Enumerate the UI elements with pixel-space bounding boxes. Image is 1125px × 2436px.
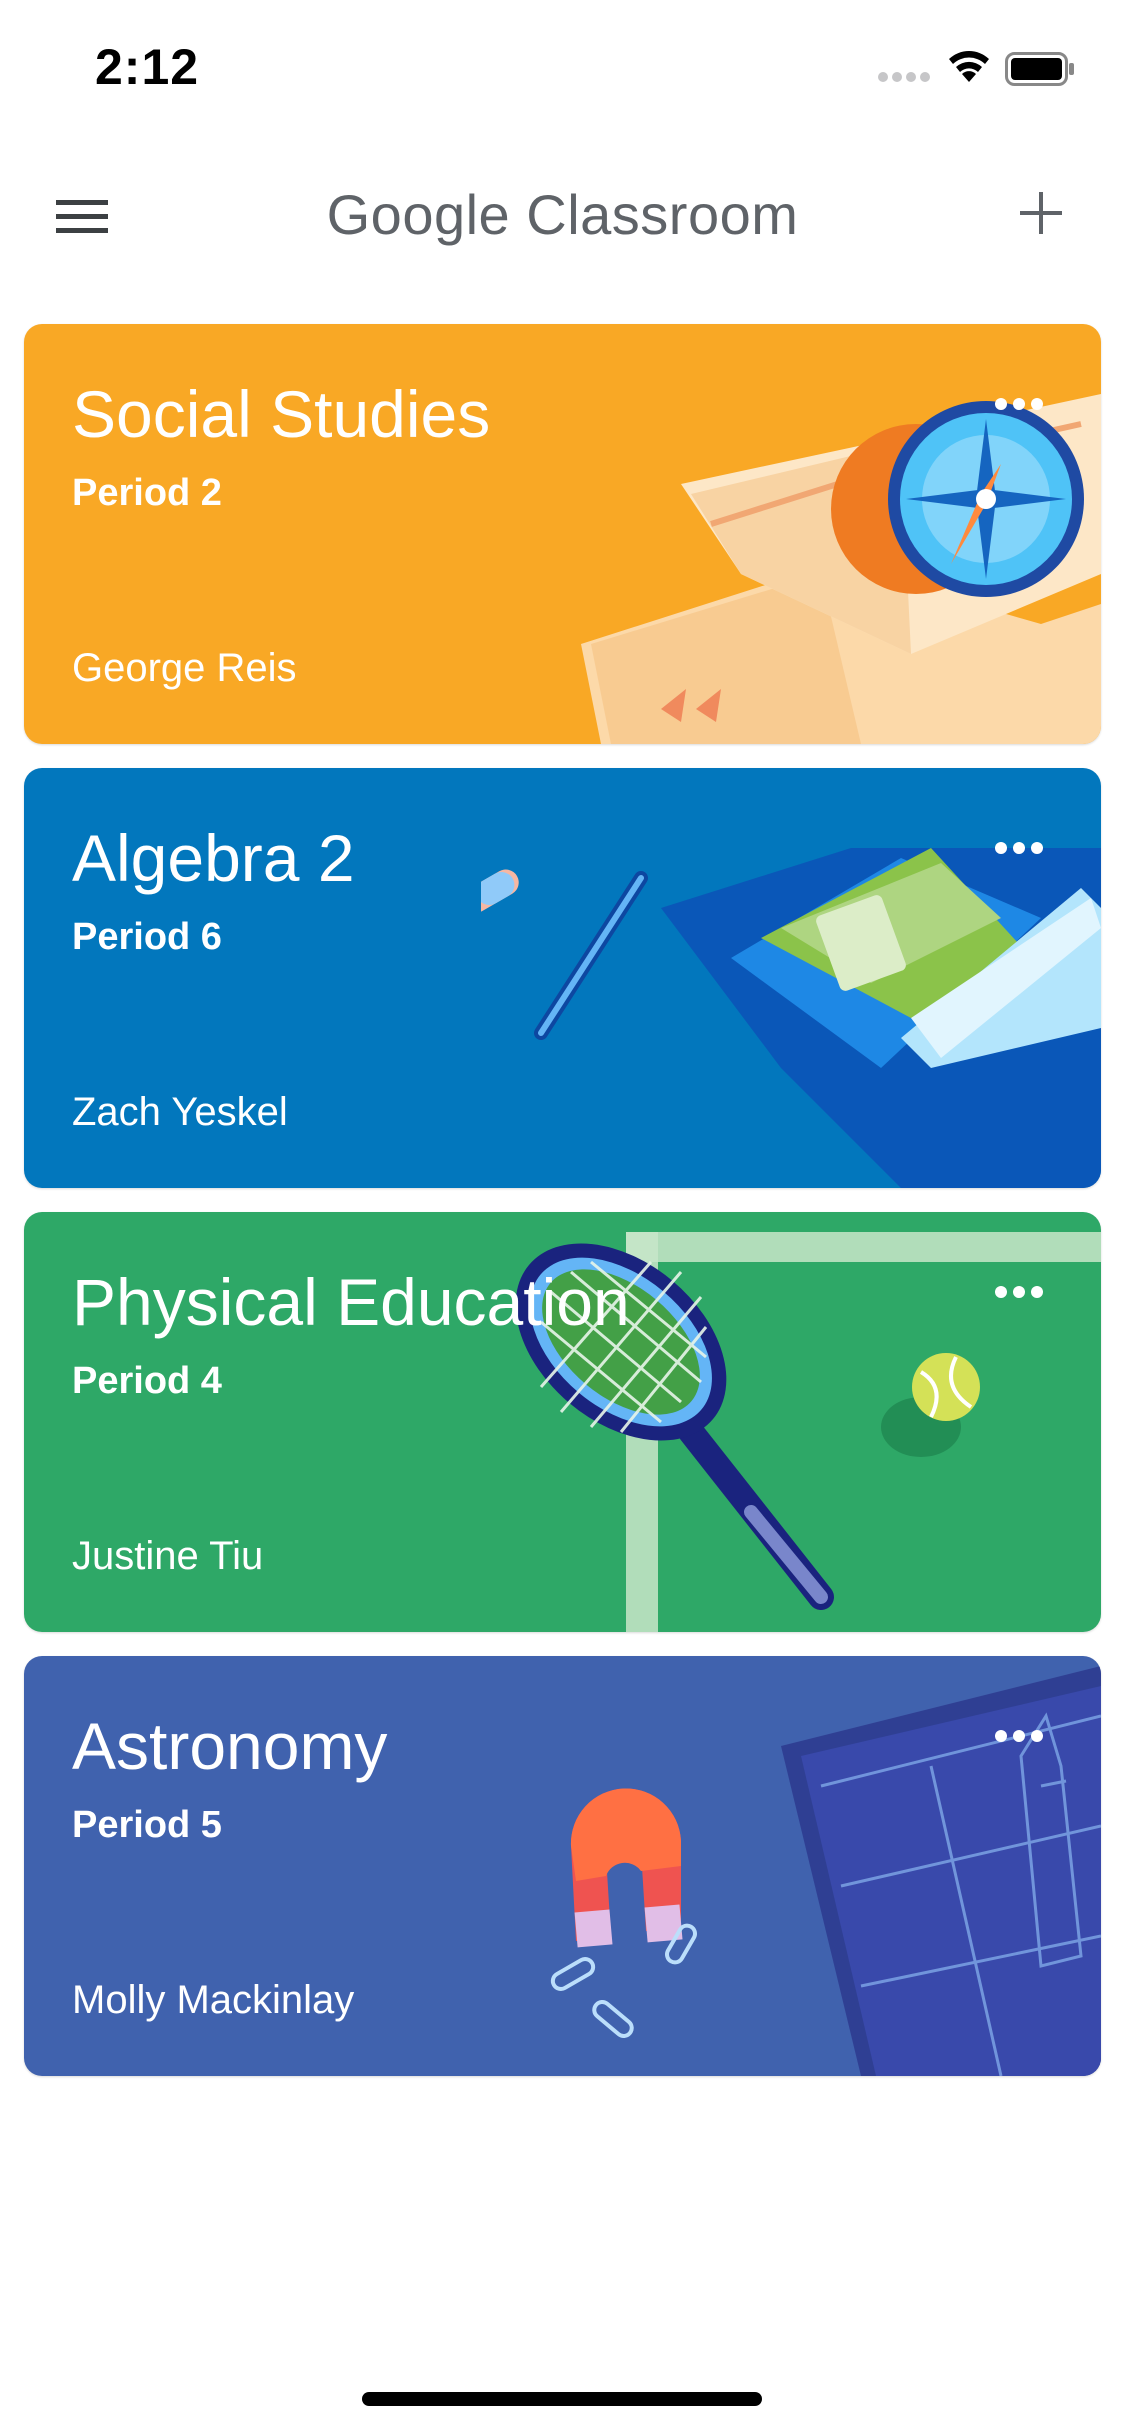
class-card-astronomy[interactable]: Astronomy Period 5 Molly Mackinlay: [24, 1656, 1101, 2076]
home-indicator[interactable]: [362, 2392, 762, 2406]
class-section: Period 2: [72, 472, 222, 514]
class-card-social-studies[interactable]: Social Studies Period 2 George Reis: [24, 324, 1101, 744]
battery-icon: [1005, 52, 1074, 86]
app-title: Google Classroom: [326, 183, 799, 246]
more-options-icon[interactable]: [991, 1272, 1047, 1312]
class-section: Period 4: [72, 1360, 222, 1402]
class-section: Period 6: [72, 916, 222, 958]
class-title: Physical Education: [72, 1265, 630, 1339]
class-card-algebra-2[interactable]: Algebra 2 Period 6 Zach Yeskel: [24, 768, 1101, 1188]
wifi-icon: [949, 51, 989, 82]
class-teacher: George Reis: [72, 646, 297, 690]
app-bar: Google Classroom: [0, 160, 1125, 270]
status-time: 2:12: [95, 39, 200, 95]
class-section: Period 5: [72, 1804, 222, 1846]
class-title: Social Studies: [72, 377, 491, 451]
status-bar: 2:12: [0, 0, 1125, 132]
class-teacher: Molly Mackinlay: [72, 1978, 355, 2022]
class-teacher: Justine Tiu: [72, 1534, 264, 1578]
class-card-physical-education[interactable]: Physical Education Period 4 Justine Tiu: [24, 1212, 1101, 1632]
class-title: Astronomy: [72, 1709, 388, 1783]
class-teacher: Zach Yeskel: [72, 1090, 288, 1134]
class-title: Algebra 2: [72, 821, 355, 895]
plus-icon[interactable]: [1008, 180, 1074, 246]
more-options-icon[interactable]: [991, 384, 1047, 424]
more-options-icon[interactable]: [991, 828, 1047, 868]
more-options-icon[interactable]: [991, 1716, 1047, 1756]
cellular-signal-icon: [878, 72, 930, 82]
